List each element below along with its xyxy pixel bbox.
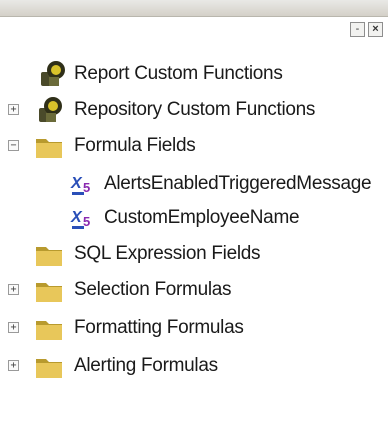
- tree-item-sql-expression-fields[interactable]: SQL Expression Fields: [0, 234, 388, 274]
- tree-item-label: SQL Expression Fields: [74, 243, 261, 264]
- pin-button[interactable]: -: [350, 22, 365, 37]
- tree-item-formula-fields[interactable]: − Formula Fields: [0, 126, 388, 166]
- expand-toggle[interactable]: +: [8, 284, 19, 295]
- formula-workshop-tree: Report Custom Functions + Repository Cus…: [0, 46, 388, 422]
- svg-text:5: 5: [83, 214, 90, 229]
- pin-icon: -: [355, 23, 360, 35]
- tree-item-selection-formulas[interactable]: + Selection Formulas: [0, 270, 388, 310]
- svg-text:5: 5: [83, 180, 90, 195]
- tree-item-label: Repository Custom Functions: [74, 99, 316, 120]
- custom-function-icon: [39, 97, 62, 122]
- tree-item-label: Formatting Formulas: [74, 317, 244, 338]
- expand-toggle[interactable]: +: [8, 360, 19, 371]
- svg-text:X: X: [70, 209, 83, 226]
- tree-item-label: CustomEmployeeName: [104, 207, 300, 228]
- expand-toggle[interactable]: +: [8, 322, 19, 333]
- folder-icon: [36, 321, 62, 340]
- tree-item-custom-employee-name[interactable]: X 5 CustomEmployeeName: [0, 198, 388, 238]
- tree-item-formatting-formulas[interactable]: + Formatting Formulas: [0, 308, 388, 348]
- tree-item-repository-custom-functions[interactable]: + Repository Custom Functions: [0, 90, 388, 130]
- expand-toggle[interactable]: +: [8, 104, 19, 115]
- folder-icon: [36, 283, 62, 302]
- tree-item-label: AlertsEnabledTriggeredMessage: [104, 173, 372, 194]
- panel-header: - ×: [0, 17, 388, 44]
- tree-item-label: Alerting Formulas: [74, 355, 218, 376]
- tree-item-label: Formula Fields: [74, 135, 196, 156]
- close-button[interactable]: ×: [368, 22, 383, 37]
- folder-icon: [36, 139, 62, 158]
- tree-item-alerting-formulas[interactable]: + Alerting Formulas: [0, 346, 388, 386]
- svg-text:X: X: [70, 175, 83, 192]
- formula-icon: X 5: [70, 209, 90, 229]
- formula-icon: X 5: [70, 175, 90, 195]
- tree-item-label: Report Custom Functions: [74, 63, 283, 84]
- folder-icon: [36, 247, 62, 266]
- window-title-bar: [0, 0, 388, 17]
- folder-icon: [36, 359, 62, 378]
- custom-function-icon: [41, 61, 65, 86]
- tree-item-report-custom-functions[interactable]: Report Custom Functions: [0, 54, 388, 94]
- close-icon: ×: [372, 23, 379, 35]
- tree-item-label: Selection Formulas: [74, 279, 232, 300]
- collapse-toggle[interactable]: −: [8, 140, 19, 151]
